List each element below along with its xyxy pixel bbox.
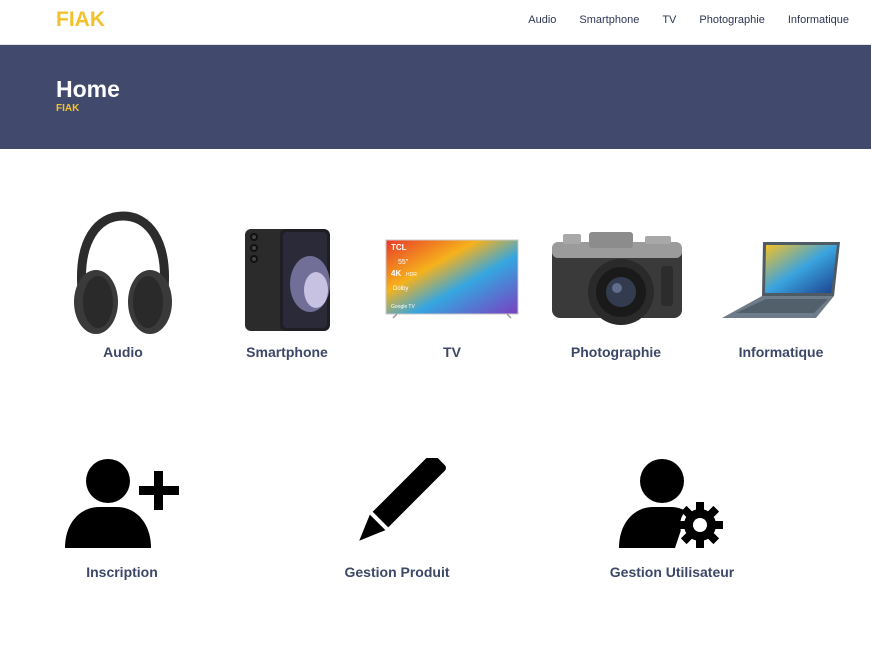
category-tv[interactable]: TCL 55" 4K HDR Dolby Google TV TV	[377, 210, 527, 360]
action-gestion-produit[interactable]: Gestion Produit	[312, 454, 482, 580]
action-inscription[interactable]: Inscription	[37, 458, 207, 580]
tv-hdr: HDR	[406, 272, 417, 278]
action-gestion-utilisateur[interactable]: Gestion Utilisateur	[587, 458, 757, 580]
category-label: Audio	[103, 344, 143, 360]
action-label: Inscription	[86, 564, 158, 580]
category-label: Photographie	[570, 344, 662, 360]
nav-link-photographie[interactable]: Photographie	[699, 14, 764, 26]
tv-os: Google TV	[391, 304, 415, 310]
action-label: Gestion Produit	[344, 564, 450, 580]
smartphone-icon	[212, 210, 362, 340]
user-gear-icon	[587, 458, 757, 550]
user-plus-icon	[37, 458, 207, 550]
tv-brand: TCL	[391, 243, 407, 252]
category-label: Smartphone	[246, 344, 328, 360]
category-informatique[interactable]: Informatique	[706, 210, 856, 360]
brand-logo[interactable]: FIAK	[56, 8, 105, 32]
nav-link-informatique[interactable]: Informatique	[788, 14, 849, 26]
tv-size: 55"	[398, 259, 409, 266]
tv-dolby: Dolby	[393, 286, 408, 292]
nav-links: Audio Smartphone TV Photographie Informa…	[528, 14, 849, 26]
nav-link-audio[interactable]: Audio	[528, 14, 556, 26]
page-header: Home FIAK	[0, 45, 871, 149]
nav-link-tv[interactable]: TV	[662, 14, 676, 26]
page-title: Home	[56, 76, 120, 102]
camera-icon	[541, 210, 691, 340]
category-label: Informatique	[738, 344, 824, 360]
pencil-icon	[312, 454, 482, 550]
page-subtitle: FIAK	[56, 103, 80, 114]
navbar: FIAK Audio Smartphone TV Photographie In…	[0, 0, 871, 45]
tv-4k: 4K	[391, 269, 401, 278]
nav-link-smartphone[interactable]: Smartphone	[579, 14, 639, 26]
category-audio[interactable]: Audio	[48, 210, 198, 360]
action-label: Gestion Utilisateur	[609, 564, 735, 580]
tv-icon: TCL 55" 4K HDR Dolby Google TV	[377, 210, 527, 340]
category-label: TV	[443, 344, 461, 360]
headphones-icon	[48, 210, 198, 340]
category-photographie[interactable]: Photographie	[541, 210, 691, 360]
laptop-icon	[706, 210, 856, 340]
category-smartphone[interactable]: Smartphone	[212, 210, 362, 360]
